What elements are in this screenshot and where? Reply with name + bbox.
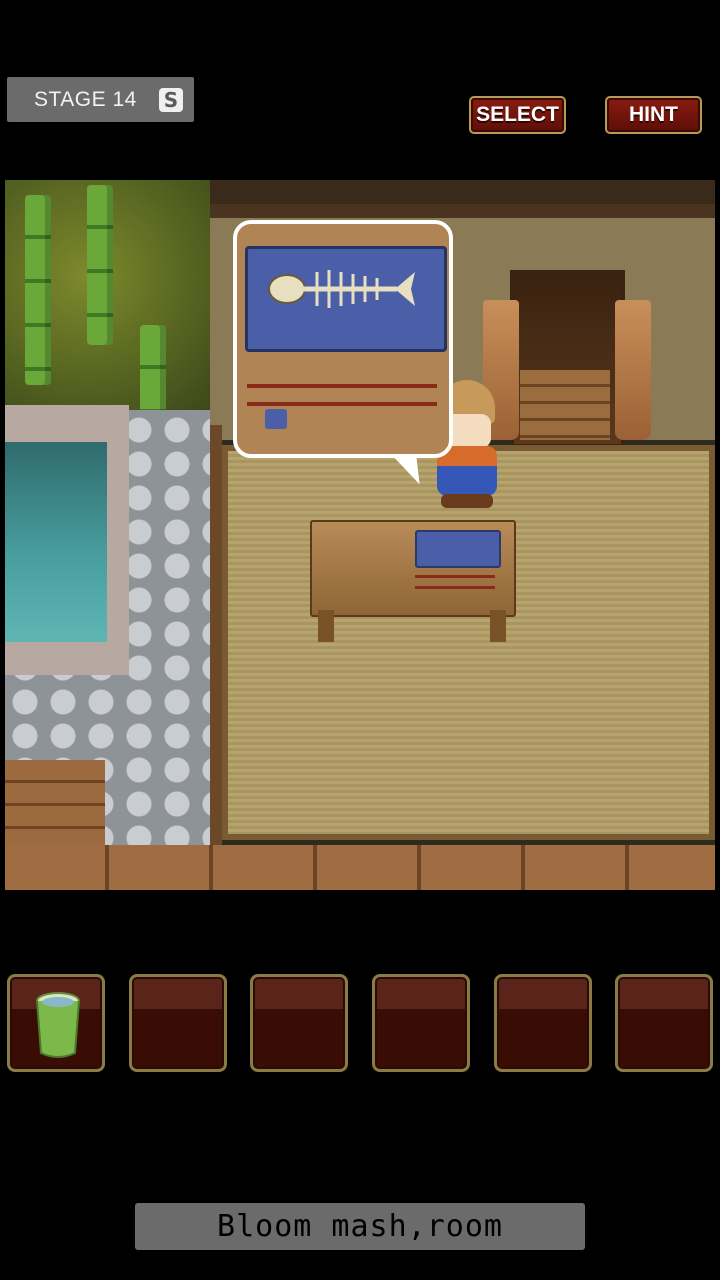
curtain-right [615, 300, 651, 440]
fish-skeleton-icon [268, 270, 415, 308]
fish-plate-on-table[interactable] [415, 530, 501, 568]
stage-label: STAGE 14 [34, 87, 137, 111]
zoom-bubble [233, 220, 453, 458]
inventory-slot-6[interactable] [615, 974, 713, 1072]
water-pool[interactable] [5, 442, 107, 642]
select-button[interactable]: SELECT [469, 96, 566, 134]
wooden-floor [5, 845, 715, 890]
bamboo-bucket-icon [36, 992, 80, 1058]
ceiling-beam [210, 204, 715, 218]
game-scene[interactable] [5, 180, 715, 890]
bamboo-pole [25, 195, 51, 385]
table-leg [318, 610, 334, 642]
hint-button[interactable]: HINT [605, 96, 702, 134]
chopstick-rest [265, 409, 287, 429]
chopsticks [247, 384, 437, 406]
bamboo-pole [87, 185, 113, 345]
message-text: Bloom mash,room [217, 1209, 503, 1244]
stage-badge: STAGE 14 S [7, 77, 194, 122]
save-icon[interactable]: S [159, 88, 183, 112]
wooden-post [210, 425, 222, 845]
chopsticks-on-table[interactable] [415, 575, 495, 589]
inventory-slot-4[interactable] [372, 974, 470, 1072]
inventory-slot-5[interactable] [494, 974, 592, 1072]
inventory-slot-2[interactable] [129, 974, 227, 1072]
wooden-steps [5, 760, 105, 850]
inventory-slot-1[interactable] [7, 974, 105, 1072]
spiral-stairs[interactable] [520, 370, 610, 440]
message-bar: Bloom mash,room [135, 1203, 585, 1250]
inventory-slot-3[interactable] [250, 974, 348, 1072]
table-leg [490, 610, 506, 642]
feet [441, 494, 493, 508]
